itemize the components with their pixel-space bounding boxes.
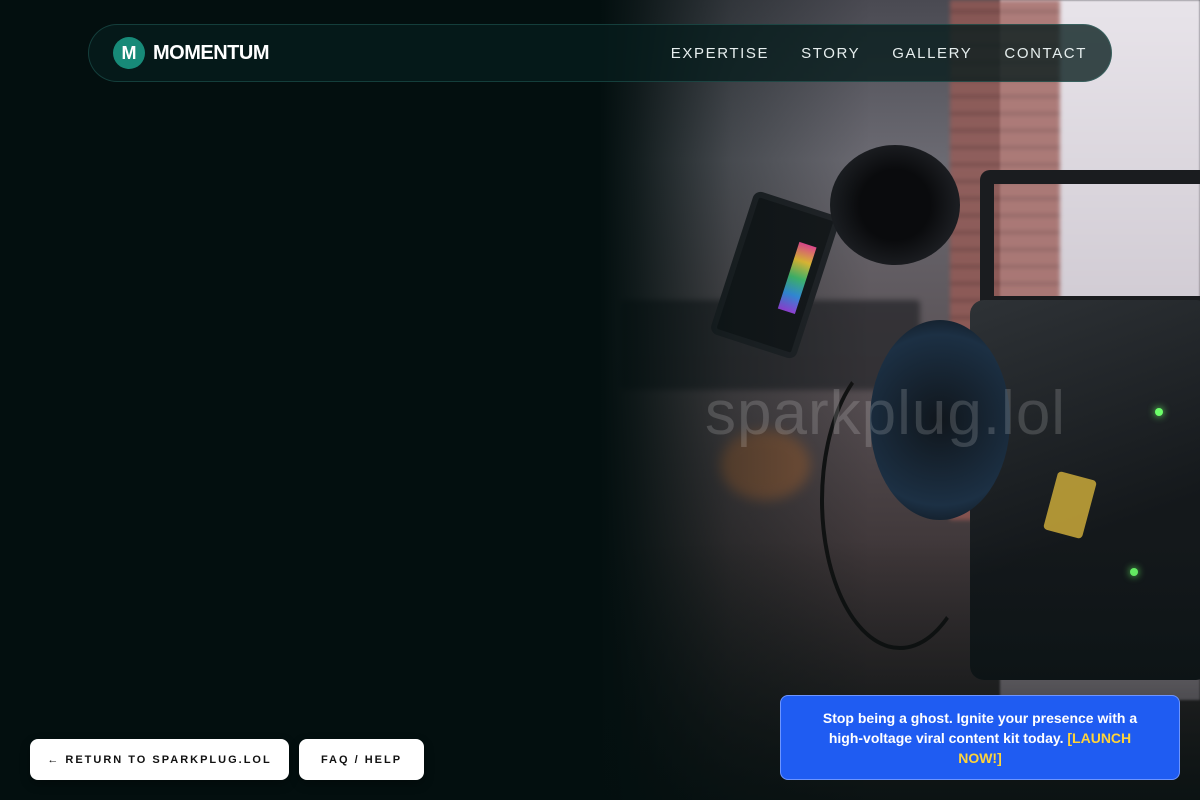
promo-banner[interactable]: Stop being a ghost. Ignite your presence… [780, 695, 1180, 780]
promo-message: Stop being a ghost. Ignite your presence… [811, 708, 1149, 768]
nav-link-gallery[interactable]: GALLERY [892, 45, 972, 62]
faq-help-button[interactable]: FAQ / HELP [299, 739, 424, 780]
nav-link-contact[interactable]: CONTACT [1004, 45, 1087, 62]
watermark: sparkplug.lol [705, 379, 1067, 448]
return-to-sparkplug-button[interactable]: ← RETURN TO SPARKPLUG.LOL [30, 739, 289, 780]
nav-links: EXPERTISE STORY GALLERY CONTACT [671, 45, 1087, 62]
brand-name: MOMENTUM [153, 41, 269, 64]
nav-link-expertise[interactable]: EXPERTISE [671, 45, 769, 62]
nav-link-story[interactable]: STORY [801, 45, 860, 62]
logo-mark-icon: M [113, 37, 145, 69]
navbar: M MOMENTUM EXPERTISE STORY GALLERY CONTA… [88, 24, 1112, 82]
brand-logo[interactable]: M MOMENTUM [113, 37, 269, 69]
